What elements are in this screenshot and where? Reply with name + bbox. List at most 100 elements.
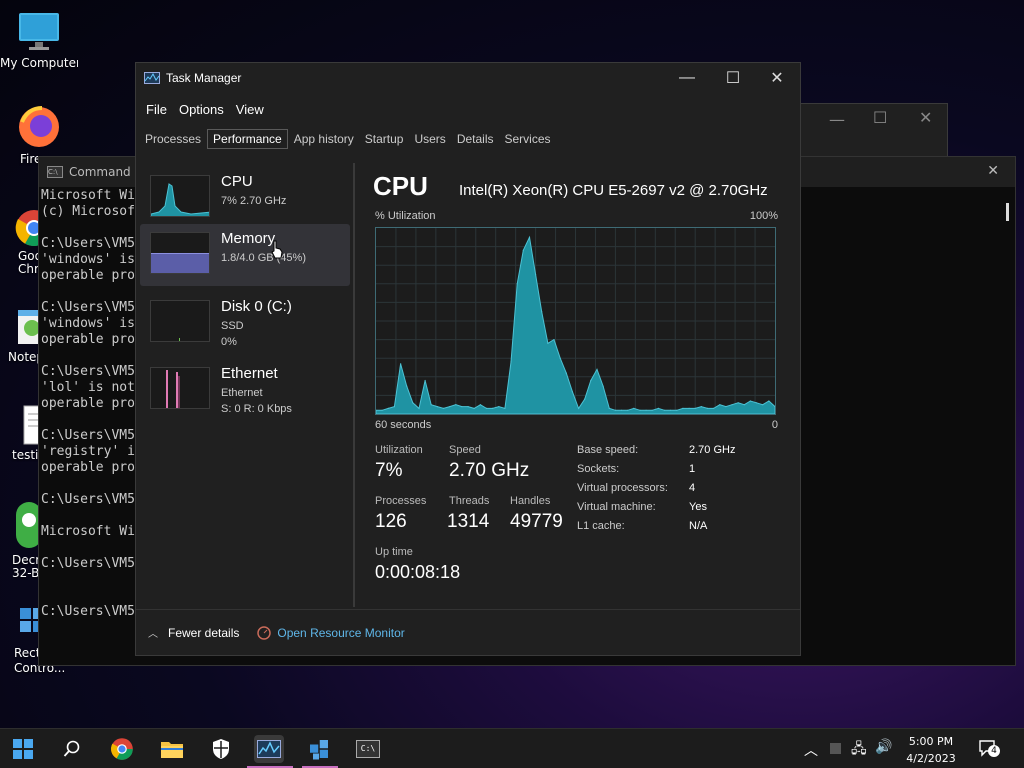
clock-time: 5:00 PM — [908, 735, 954, 748]
cpu-data-point — [418, 407, 420, 409]
tab-performance[interactable]: Performance — [207, 129, 288, 149]
info-label: Base speed: — [577, 444, 639, 456]
ethernet-throughput: S: 0 R: 0 Kbps — [221, 403, 292, 415]
tab-services[interactable]: Services — [500, 130, 556, 148]
memory-summary: 1.8/4.0 GB (45%) — [221, 252, 306, 264]
minimize-icon[interactable]: — — [829, 110, 845, 129]
utilization-axis-label: % Utilization — [375, 210, 436, 222]
cpu-data-point — [528, 236, 531, 238]
pane-divider[interactable] — [353, 163, 355, 607]
search-button[interactable] — [57, 735, 87, 763]
cpu-data-point — [381, 409, 383, 411]
notification-count: 4 — [988, 745, 1000, 757]
threads-label: Threads — [449, 495, 490, 507]
cpu-data-point — [768, 400, 770, 402]
cpu-data-point — [620, 409, 623, 411]
start-button[interactable] — [8, 735, 38, 763]
close-icon[interactable]: ✕ — [919, 108, 932, 127]
min-axis-label: 0 — [771, 419, 778, 431]
cpu-model: Intel(R) Xeon(R) CPU E5-2697 v2 @ 2.70GH… — [459, 182, 768, 199]
menu-file[interactable]: File — [140, 102, 173, 117]
shield-icon — [213, 739, 229, 759]
chevron-up-icon: ︿ — [148, 629, 158, 640]
open-resource-monitor-link[interactable]: Open Resource Monitor — [257, 626, 405, 640]
taskbar-file-explorer[interactable] — [157, 735, 187, 763]
taskbar-task-manager[interactable] — [254, 735, 284, 763]
cpu-data-point — [614, 409, 616, 411]
cpu-data-point — [590, 379, 592, 382]
menu-view[interactable]: View — [230, 102, 270, 117]
cpu-data-point — [412, 402, 414, 404]
info-value: 1 — [689, 463, 696, 475]
cpu-data-point — [743, 404, 745, 406]
cpu-data-point — [627, 409, 629, 411]
firefox-icon — [19, 106, 59, 147]
tm-titlebar[interactable]: Task Manager — ☐ ✕ — [136, 63, 800, 93]
cpu-data-point — [553, 339, 555, 341]
cmd-scrollbar[interactable] — [1006, 203, 1009, 221]
volume-icon[interactable]: 🔊 — [875, 739, 892, 755]
maximize-icon[interactable]: ☐ — [873, 108, 887, 127]
cpu-data-point — [633, 407, 635, 409]
info-value: 4 — [689, 482, 696, 494]
cpu-data-point — [473, 407, 475, 409]
cpu-data-point — [467, 406, 469, 408]
taskbar-command-prompt[interactable]: C:\ — [353, 735, 383, 763]
info-label: Virtual machine: — [577, 501, 656, 513]
cmd-icon: C:\ — [47, 166, 63, 178]
fewer-details-button[interactable]: ︿ Fewer details — [148, 625, 239, 641]
cpu-data-point — [725, 406, 727, 408]
info-label: Virtual processors: — [577, 482, 668, 494]
tray-app-icon[interactable] — [830, 743, 841, 754]
tab-details[interactable]: Details — [452, 130, 499, 148]
cpu-thumbnail — [150, 175, 210, 217]
tab-app-history[interactable]: App history — [289, 130, 359, 148]
clock-date: 4/2/2023 — [906, 752, 956, 765]
task-manager-window[interactable]: Task Manager — ☐ ✕ File Options View Pro… — [135, 62, 801, 656]
network-icon[interactable]: 🖧 — [851, 738, 867, 762]
cpu-utilization-graph — [375, 227, 776, 415]
info-value: N/A — [689, 520, 708, 532]
folder-icon — [161, 742, 183, 758]
taskbar-chrome[interactable] — [107, 735, 137, 763]
close-button[interactable]: ✕ — [754, 63, 800, 93]
handles-value: 49779 — [510, 511, 563, 532]
desktop-icon-label: My Computer — [0, 56, 78, 70]
uptime-label: Up time — [375, 546, 413, 558]
cpu-data-point — [688, 407, 690, 409]
tab-bar: Processes Performance App history Startu… — [136, 125, 800, 153]
desktop-icon-my-computer[interactable]: My Computer — [0, 10, 78, 70]
sidebar-item-memory[interactable]: Memory 1.8/4.0 GB (45%) — [140, 224, 350, 286]
sidebar-item-ethernet[interactable]: Ethernet Ethernet S: 0 R: 0 Kbps — [140, 359, 350, 421]
tab-users[interactable]: Users — [409, 130, 450, 148]
minimize-button[interactable]: — — [664, 63, 710, 93]
sidebar-item-disk[interactable]: Disk 0 (C:) SSD 0% — [140, 292, 350, 354]
info-value: Yes — [689, 501, 707, 513]
remote-control-icon — [310, 740, 328, 760]
maximize-button[interactable]: ☐ — [710, 63, 756, 93]
cpu-data-point — [670, 409, 672, 411]
cmd-close-icon[interactable]: ✕ — [987, 163, 999, 179]
clock[interactable]: 5:00 PM 4/2/2023 — [900, 733, 962, 767]
sidebar-item-cpu[interactable]: CPU 7% 2.70 GHz — [140, 167, 350, 229]
task-manager-icon — [257, 740, 281, 758]
cpu-data-point — [485, 407, 488, 409]
cpu-data-point — [424, 379, 426, 382]
tab-startup[interactable]: Startup — [360, 130, 409, 148]
cpu-data-point — [700, 406, 702, 408]
notification-button[interactable]: 4 — [978, 739, 1000, 763]
handles-label: Handles — [510, 495, 551, 507]
menu-options[interactable]: Options — [173, 102, 230, 117]
cpu-data-point — [547, 342, 549, 344]
cpu-data-point — [522, 249, 524, 251]
tab-processes[interactable]: Processes — [140, 130, 206, 148]
disk-thumbnail — [150, 300, 210, 342]
taskbar-security[interactable] — [206, 735, 236, 763]
cpu-data-point — [406, 385, 408, 387]
cpu-data-point — [393, 406, 395, 408]
cpu-data-point — [479, 404, 481, 406]
page-title: CPU — [373, 171, 428, 201]
taskbar-remote-app[interactable] — [304, 735, 334, 763]
ethernet-adapter: Ethernet — [221, 387, 263, 399]
show-hidden-icons[interactable]: ︿ — [804, 740, 818, 760]
